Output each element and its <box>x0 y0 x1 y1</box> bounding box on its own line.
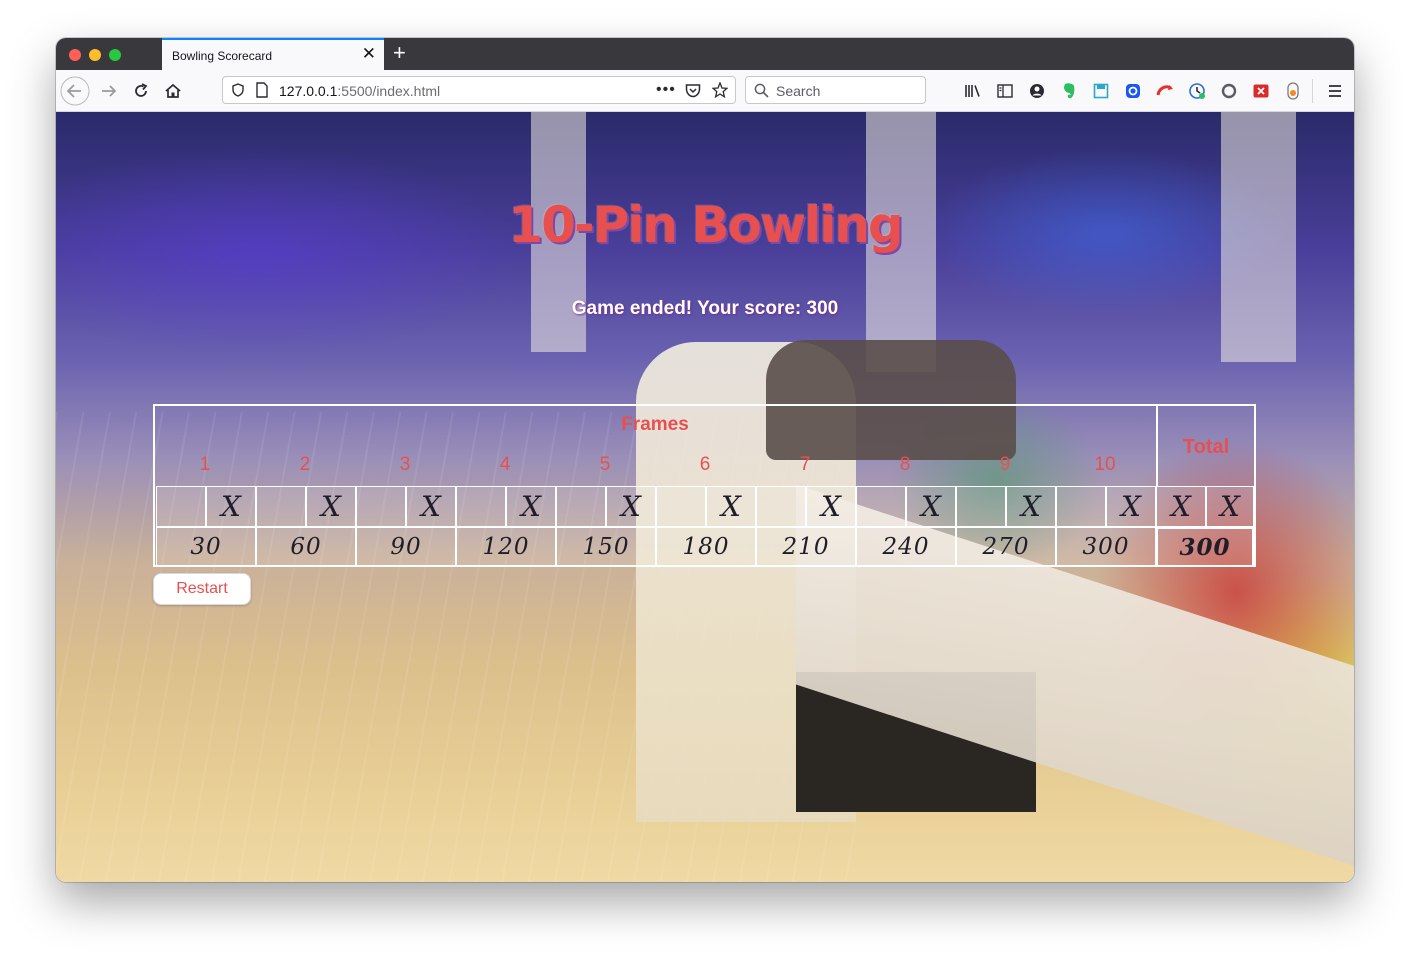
evernote-icon[interactable] <box>1060 82 1078 100</box>
extension-x-icon[interactable] <box>1252 82 1270 100</box>
navigation-toolbar: 127.0.0.1:5500/index.html ••• Search <box>56 70 1354 112</box>
roll-1-cell <box>856 486 906 527</box>
extension-red-icon[interactable] <box>1156 82 1174 100</box>
scorecard-table: Frames Total 1 2 3 4 5 6 7 8 9 10 X X X … <box>153 404 1256 567</box>
frame-score-cell: 30 <box>156 527 256 567</box>
minimize-window-button[interactable] <box>89 49 101 61</box>
roll-1-cell <box>956 486 1006 527</box>
back-button[interactable] <box>60 76 90 106</box>
shield-icon <box>232 83 244 97</box>
frame-number: 7 <box>799 454 811 475</box>
search-bar[interactable]: Search <box>745 76 926 104</box>
frame-number: 1 <box>199 454 211 475</box>
tab-bowling-scorecard[interactable]: Bowling Scorecard ✕ <box>162 38 384 70</box>
frame-number: 9 <box>999 454 1011 475</box>
home-icon <box>165 83 181 98</box>
tab-strip: Bowling Scorecard ✕ + <box>56 38 1354 70</box>
frame-score-cell: 300 <box>1056 527 1156 567</box>
frame-score-cell: 90 <box>356 527 456 567</box>
roll-2-cell: X <box>206 486 256 527</box>
toolbar-divider <box>1312 79 1313 103</box>
roll-2-cell: X <box>506 486 556 527</box>
restart-button[interactable]: Restart <box>153 573 251 605</box>
frame-number: 8 <box>899 454 911 475</box>
home-button[interactable] <box>158 76 188 106</box>
browser-window: Bowling Scorecard ✕ + 127.0.0.1:5500/ind… <box>56 38 1354 882</box>
extension-monitor-icon[interactable] <box>1188 82 1206 100</box>
frame-score-cell: 270 <box>956 527 1056 567</box>
extension-orange-icon[interactable] <box>1284 82 1302 100</box>
zoom-window-button[interactable] <box>109 49 121 61</box>
sidebar-icon[interactable] <box>996 82 1014 100</box>
roll-1-cell <box>256 486 306 527</box>
roll-1-cell <box>156 486 206 527</box>
account-icon[interactable] <box>1028 82 1046 100</box>
page-icon <box>256 82 268 98</box>
url-bar[interactable]: 127.0.0.1:5500/index.html ••• <box>222 76 736 104</box>
bonus-roll-cell: X <box>1156 486 1206 527</box>
frame-number: 3 <box>399 454 411 475</box>
frames-header: Frames <box>621 414 689 435</box>
roll-2-cell: X <box>1006 486 1056 527</box>
roll-1-cell <box>356 486 406 527</box>
page-title: 10-Pin Bowling <box>508 196 903 254</box>
reload-icon <box>135 83 148 97</box>
roll-1-cell <box>656 486 706 527</box>
page-content: 10-Pin Bowling Game ended! Your score: 3… <box>56 112 1354 882</box>
frame-score-cell: 60 <box>256 527 356 567</box>
reload-button[interactable] <box>126 76 156 106</box>
search-icon <box>754 83 769 98</box>
roll-2-cell: X <box>906 486 956 527</box>
forward-button[interactable] <box>94 76 124 106</box>
roll-1-cell <box>756 486 806 527</box>
tab-title: Bowling Scorecard <box>172 49 273 63</box>
roll-2-cell: X <box>1106 486 1156 527</box>
frame-score-cell: 120 <box>456 527 556 567</box>
url-text: 127.0.0.1:5500/index.html <box>279 83 440 99</box>
roll-2-cell: X <box>706 486 756 527</box>
save-icon[interactable] <box>1092 82 1110 100</box>
search-placeholder: Search <box>776 83 821 99</box>
frame-number: 2 <box>299 454 311 475</box>
roll-1-cell <box>456 486 506 527</box>
close-window-button[interactable] <box>69 49 81 61</box>
library-icon[interactable] <box>964 82 982 100</box>
roll-2-cell: X <box>306 486 356 527</box>
extension-circle-icon[interactable] <box>1220 82 1238 100</box>
game-status-message: Game ended! Your score: 300 <box>571 298 839 319</box>
tab-close-icon[interactable]: ✕ <box>362 45 376 63</box>
roll-2-cell: X <box>806 486 856 527</box>
forward-icon <box>102 85 117 97</box>
frame-score-cell: 150 <box>556 527 656 567</box>
menu-icon[interactable] <box>1326 82 1344 100</box>
roll-2-cell: X <box>406 486 456 527</box>
frame-number: 5 <box>599 454 611 475</box>
url-host: 127.0.0.1 <box>279 83 338 99</box>
back-icon <box>60 76 90 106</box>
total-header: Total <box>1182 436 1230 458</box>
frame-number: 10 <box>1094 454 1116 475</box>
frame-number: 4 <box>499 454 511 475</box>
url-path: :5500/index.html <box>337 83 441 99</box>
frame-score-cell: 240 <box>856 527 956 567</box>
star-icon[interactable] <box>712 82 728 98</box>
frame-score-cell: 180 <box>656 527 756 567</box>
new-tab-button[interactable]: + <box>393 41 406 65</box>
frame-number: 6 <box>699 454 711 475</box>
more-icon[interactable]: ••• <box>656 81 676 99</box>
bonus-roll-cell: X <box>1206 486 1254 527</box>
extension-blue-icon[interactable] <box>1124 82 1142 100</box>
roll-1-cell <box>1056 486 1106 527</box>
roll-1-cell <box>556 486 606 527</box>
pocket-icon[interactable] <box>685 83 701 98</box>
frame-score-cell: 210 <box>756 527 856 567</box>
total-score-cell: 300 <box>1156 527 1254 567</box>
roll-2-cell: X <box>606 486 656 527</box>
